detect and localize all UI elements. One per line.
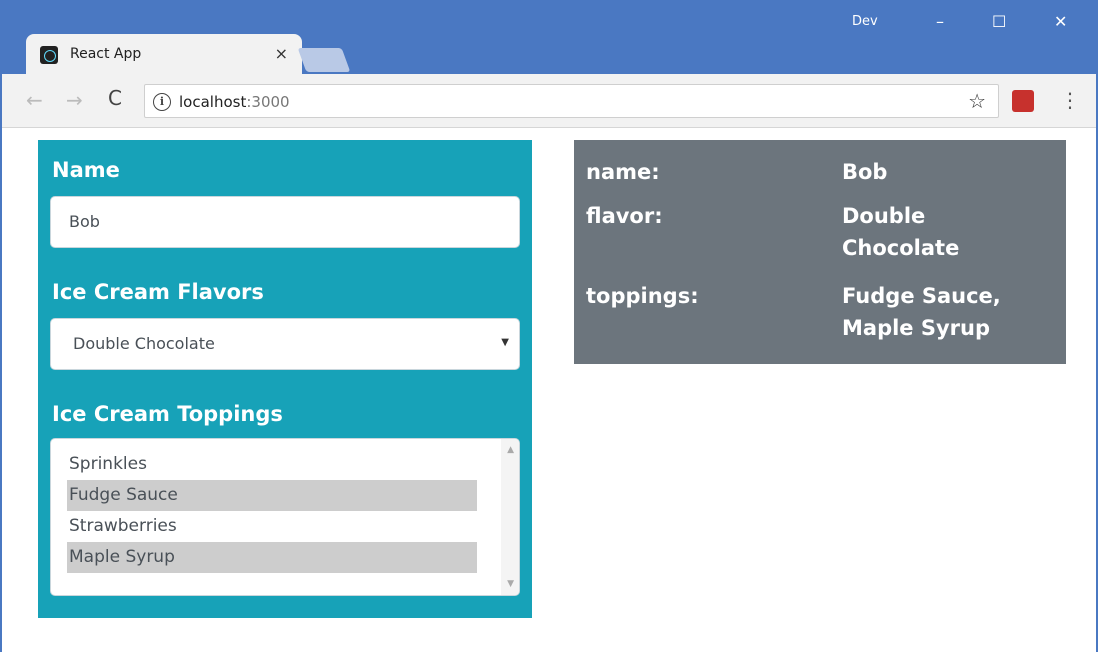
new-tab-button[interactable] bbox=[297, 48, 351, 72]
url-text[interactable]: localhost:3000 bbox=[179, 93, 290, 111]
scroll-down-icon[interactable]: ▼ bbox=[507, 579, 514, 589]
title-bar: React App × Dev – ☐ ✕ bbox=[2, 2, 1096, 76]
react-favicon-icon bbox=[40, 46, 58, 64]
tab-react-app[interactable]: React App × bbox=[26, 34, 302, 76]
topping-option-strawberries[interactable]: Strawberries bbox=[67, 511, 477, 542]
forward-arrow-icon[interactable]: → bbox=[66, 88, 83, 112]
info-icon[interactable]: i bbox=[153, 93, 171, 111]
name-input-value: Bob bbox=[69, 212, 100, 231]
summary-key-flavor: flavor: bbox=[586, 204, 663, 228]
topping-option-maple-syrup[interactable]: Maple Syrup bbox=[67, 542, 477, 573]
flavor-select-value: Double Chocolate bbox=[73, 334, 215, 353]
summary-value-toppings: Fudge Sauce, Maple Syrup bbox=[842, 284, 1001, 340]
flavors-label: Ice Cream Flavors bbox=[52, 280, 264, 304]
topping-option-sprinkles[interactable]: Sprinkles bbox=[67, 449, 477, 480]
flavor-select[interactable]: Double Chocolate ▼ bbox=[50, 318, 520, 370]
summary-value-name: Bob bbox=[842, 160, 888, 184]
tab-close-icon[interactable]: × bbox=[275, 44, 288, 63]
name-input[interactable]: Bob bbox=[50, 196, 520, 248]
address-bar[interactable]: i localhost:3000 ☆ bbox=[144, 84, 999, 118]
kebab-menu-icon[interactable]: ⋮ bbox=[1060, 88, 1080, 112]
chevron-down-icon: ▼ bbox=[501, 337, 509, 348]
name-label: Name bbox=[52, 158, 120, 182]
summary-key-name: name: bbox=[586, 160, 660, 184]
url-host: localhost bbox=[179, 93, 247, 111]
url-port: :3000 bbox=[246, 93, 290, 111]
reload-icon[interactable]: C bbox=[108, 86, 122, 110]
topping-option-fudge-sauce[interactable]: Fudge Sauce bbox=[67, 480, 477, 511]
listbox-scrollbar[interactable]: ▲ ▼ bbox=[501, 439, 519, 595]
maximize-icon[interactable]: ☐ bbox=[992, 12, 1006, 31]
bookmark-star-icon[interactable]: ☆ bbox=[968, 89, 986, 113]
close-window-icon[interactable]: ✕ bbox=[1054, 12, 1067, 31]
order-summary: name: Bob flavor: Double Chocolate toppi… bbox=[574, 140, 1066, 364]
browser-window: React App × Dev – ☐ ✕ ← → C i localhost:… bbox=[0, 0, 1098, 652]
summary-value-flavor: Double Chocolate bbox=[842, 204, 960, 260]
order-form: Name Bob Ice Cream Flavors Double Chocol… bbox=[38, 140, 532, 618]
toppings-label: Ice Cream Toppings bbox=[52, 402, 283, 426]
toppings-multiselect[interactable]: Sprinkles Fudge Sauce Strawberries Maple… bbox=[50, 438, 520, 596]
back-arrow-icon[interactable]: ← bbox=[26, 88, 43, 112]
extension-icon[interactable] bbox=[1012, 90, 1034, 112]
scroll-up-icon[interactable]: ▲ bbox=[507, 445, 514, 455]
browser-toolbar: ← → C i localhost:3000 ☆ ⋮ bbox=[2, 74, 1096, 128]
tab-title: React App bbox=[70, 46, 142, 62]
minimize-icon[interactable]: – bbox=[936, 12, 944, 31]
page-content: Name Bob Ice Cream Flavors Double Chocol… bbox=[2, 128, 1096, 652]
summary-key-toppings: toppings: bbox=[586, 284, 699, 308]
profile-label[interactable]: Dev bbox=[852, 14, 878, 29]
